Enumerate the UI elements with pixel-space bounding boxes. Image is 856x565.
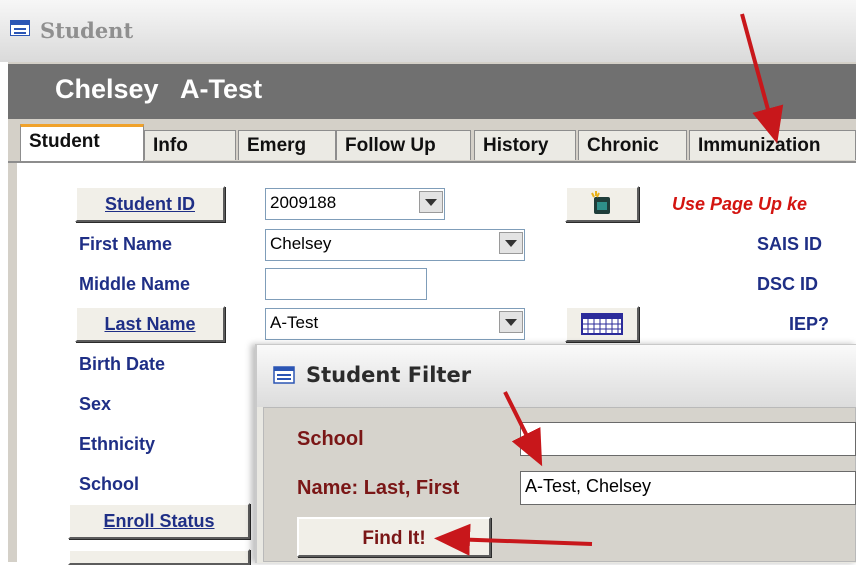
first-name-field[interactable]: Chelsey	[265, 229, 525, 261]
filter-school-label: School	[297, 428, 364, 450]
new-record-button[interactable]	[565, 186, 639, 222]
tab-immunization[interactable]: Immunization	[689, 130, 856, 160]
form-window-icon	[10, 20, 30, 36]
form-window-icon	[273, 366, 295, 384]
calendar-button[interactable]	[565, 306, 639, 342]
tab-history[interactable]: History	[474, 130, 576, 160]
first-name-label: First Name	[79, 234, 173, 254]
student-name: Chelsey A-Test	[55, 74, 263, 104]
sex-label: Sex	[79, 394, 112, 414]
sais-id-label: SAIS ID	[757, 234, 823, 254]
tab-student[interactable]: Student	[20, 124, 144, 162]
combo-dropdown-icon[interactable]	[499, 232, 523, 254]
tab-info[interactable]: Info	[144, 130, 236, 160]
middle-name-field[interactable]	[265, 268, 427, 300]
combo-dropdown-icon[interactable]	[499, 311, 523, 333]
filter-name-label: Name: Last, First	[297, 477, 460, 499]
calendar-icon	[581, 313, 623, 335]
last-name-value: A-Test	[270, 313, 319, 332]
tab-chronic[interactable]: Chronic	[578, 130, 687, 160]
ethnicity-label: Ethnicity	[79, 434, 156, 454]
combo-dropdown-icon[interactable]	[419, 191, 443, 213]
iep-label: IEP?	[789, 314, 830, 334]
page-up-notice: Use Page Up ke	[672, 194, 808, 214]
new-record-icon	[591, 191, 610, 214]
student-id-field[interactable]: 2009188	[265, 188, 445, 220]
enroll-status-button[interactable]: Enroll Status	[68, 503, 250, 539]
student-id-value: 2009188	[270, 193, 337, 212]
student-id-button[interactable]: Student ID	[75, 186, 225, 222]
school-label: School	[79, 474, 140, 494]
birth-date-label: Birth Date	[79, 354, 166, 374]
tab-emerg[interactable]: Emerg	[238, 130, 336, 160]
next-form-button[interactable]	[68, 549, 250, 565]
last-name-button[interactable]: Last Name	[75, 306, 225, 342]
find-it-button[interactable]: Find It!	[297, 517, 491, 557]
middle-name-label: Middle Name	[79, 274, 191, 294]
tab-follow-up[interactable]: Follow Up	[336, 130, 471, 160]
filter-school-field[interactable]	[520, 422, 856, 456]
dialog-title: Student Filter	[306, 363, 472, 387]
last-name-field[interactable]: A-Test	[265, 308, 525, 340]
filter-name-field[interactable]: A-Test, Chelsey	[520, 471, 856, 505]
dsc-id-label: DSC ID	[757, 274, 819, 294]
first-name-value: Chelsey	[270, 234, 332, 253]
window-title: Student	[40, 18, 134, 43]
